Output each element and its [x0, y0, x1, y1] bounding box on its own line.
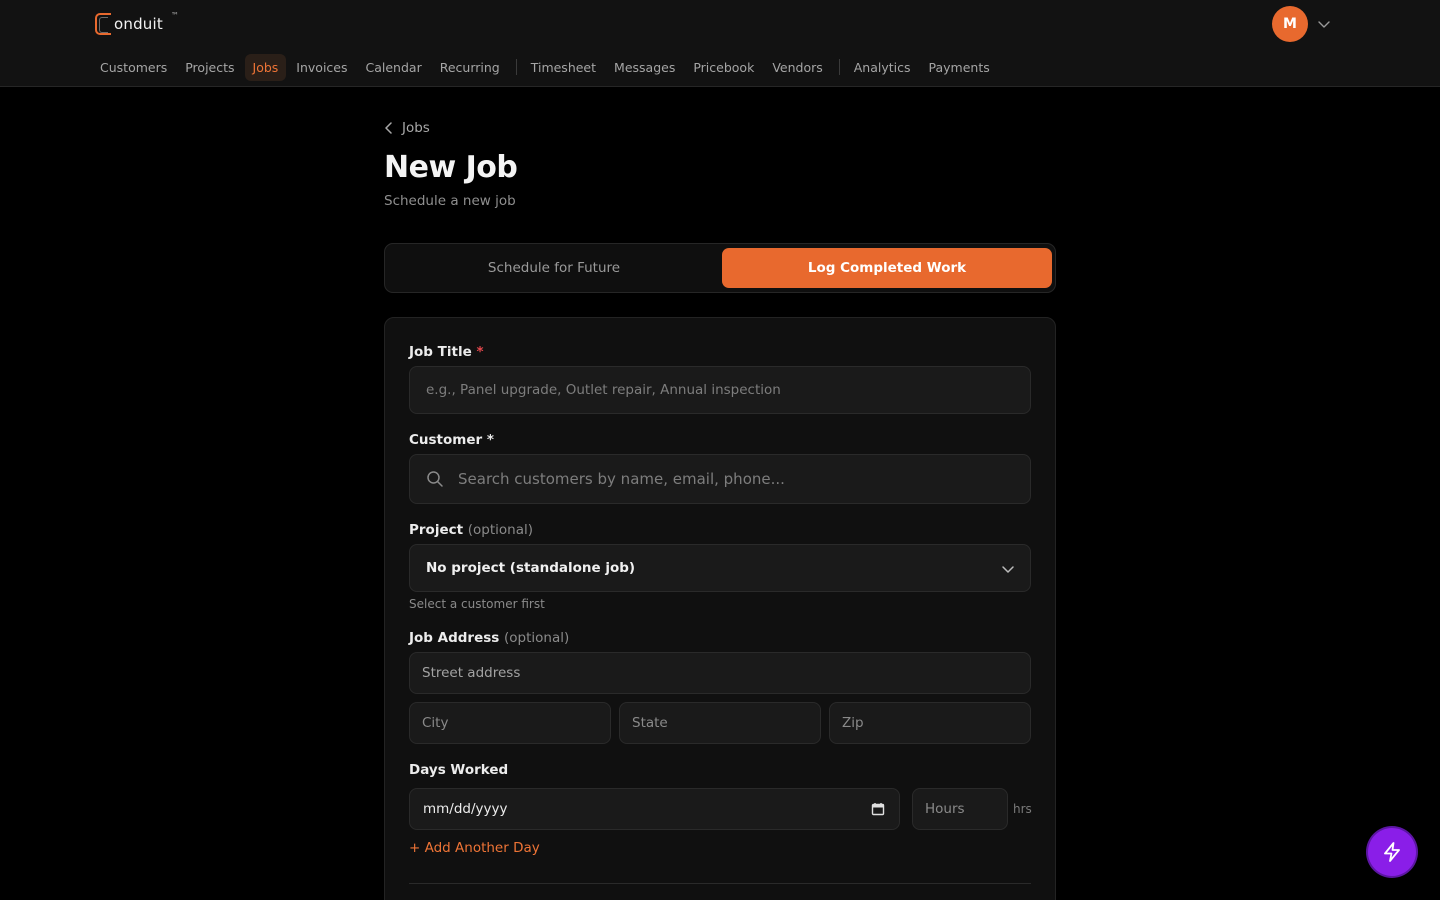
nav-recurring[interactable]: Recurring — [432, 54, 508, 81]
add-another-day-button[interactable]: + Add Another Day — [409, 840, 540, 856]
page-title: New Job — [384, 150, 518, 185]
hours-unit: hrs — [1013, 802, 1032, 816]
project-select[interactable]: No project (standalone job) — [409, 544, 1031, 592]
zip-placeholder: Zip — [842, 715, 864, 731]
job-title-placeholder: e.g., Panel upgrade, Outlet repair, Annu… — [426, 382, 781, 398]
state-input[interactable]: State — [619, 702, 821, 744]
calendar-icon[interactable] — [871, 802, 885, 816]
job-address-label: Job Address (optional) — [409, 630, 570, 646]
app-logo[interactable]: onduit ™ — [95, 11, 179, 36]
nav-messages[interactable]: Messages — [606, 54, 683, 81]
page-subtitle: Schedule a new job — [384, 193, 516, 209]
nav-analytics[interactable]: Analytics — [846, 54, 919, 81]
nav-projects[interactable]: Projects — [177, 54, 242, 81]
state-placeholder: State — [632, 715, 668, 731]
log-completed-work-tab[interactable]: Log Completed Work — [722, 248, 1052, 288]
project-label: Project (optional) — [409, 522, 534, 538]
street-placeholder: Street address — [422, 665, 521, 681]
project-hint: Select a customer first — [409, 597, 545, 611]
nav-invoices[interactable]: Invoices — [288, 54, 355, 81]
hours-input[interactable]: Hours — [912, 788, 1008, 830]
quick-action-button[interactable] — [1368, 828, 1416, 876]
main-nav: Customers Projects Jobs Invoices Calenda… — [92, 52, 1000, 82]
chevron-down-icon[interactable] — [1316, 16, 1332, 32]
top-bar: onduit ™ M Customers Projects Jobs Invoi… — [0, 0, 1440, 87]
job-title-input[interactable]: e.g., Panel upgrade, Outlet repair, Annu… — [409, 366, 1031, 414]
nav-vendors[interactable]: Vendors — [764, 54, 830, 81]
user-avatar[interactable]: M — [1272, 6, 1308, 42]
lightning-icon — [1384, 842, 1400, 862]
nav-timesheet[interactable]: Timesheet — [523, 54, 604, 81]
brand-name: onduit — [114, 15, 163, 33]
city-input[interactable]: City — [409, 702, 611, 744]
nav-divider — [838, 59, 840, 75]
breadcrumb-label: Jobs — [402, 120, 430, 136]
street-address-input[interactable]: Street address — [409, 652, 1031, 694]
hours-placeholder: Hours — [925, 801, 965, 817]
customer-search-input[interactable]: Search customers by name, email, phone..… — [409, 454, 1031, 504]
customer-label: Customer * — [409, 432, 494, 448]
new-job-form: Job Title * e.g., Panel upgrade, Outlet … — [384, 317, 1056, 900]
logo-icon — [95, 13, 111, 35]
chevron-left-icon — [385, 122, 392, 134]
days-worked-label: Days Worked — [409, 762, 509, 778]
project-selected-value: No project (standalone job) — [426, 560, 636, 576]
nav-payments[interactable]: Payments — [921, 54, 998, 81]
section-divider — [409, 883, 1031, 884]
customer-search-placeholder: Search customers by name, email, phone..… — [458, 470, 785, 488]
job-title-label: Job Title * — [409, 344, 484, 360]
zip-input[interactable]: Zip — [829, 702, 1031, 744]
trademark-mark: ™ — [171, 11, 179, 20]
search-icon — [427, 471, 443, 487]
nav-pricebook[interactable]: Pricebook — [685, 54, 762, 81]
required-mark: * — [476, 344, 484, 360]
schedule-future-tab[interactable]: Schedule for Future — [389, 248, 719, 288]
chevron-down-icon — [1002, 566, 1014, 573]
breadcrumb-back-link[interactable]: Jobs — [384, 120, 430, 136]
nav-divider — [515, 59, 517, 75]
nav-jobs[interactable]: Jobs — [244, 53, 287, 81]
nav-calendar[interactable]: Calendar — [358, 54, 430, 81]
work-date-input[interactable]: mm/dd/yyyy — [409, 788, 900, 830]
job-mode-toggle: Schedule for Future Log Completed Work — [384, 243, 1056, 293]
city-placeholder: City — [422, 715, 449, 731]
date-placeholder: mm/dd/yyyy — [423, 801, 508, 817]
nav-customers[interactable]: Customers — [92, 54, 175, 81]
